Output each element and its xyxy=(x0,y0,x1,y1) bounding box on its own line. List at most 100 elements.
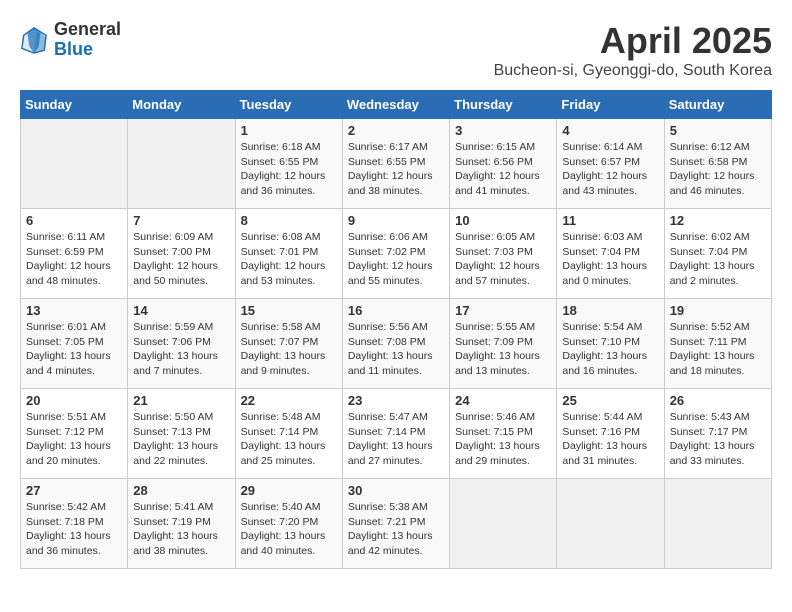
cell-info: Sunrise: 6:18 AM Sunset: 6:55 PM Dayligh… xyxy=(241,140,337,199)
cell-date-number: 9 xyxy=(348,213,444,228)
cell-date-number: 25 xyxy=(562,393,658,408)
calendar-cell: 21 Sunrise: 5:50 AM Sunset: 7:13 PM Dayli… xyxy=(128,389,235,479)
header: General Blue April 2025 Bucheon-si, Gyeo… xyxy=(20,20,772,80)
calendar-cell xyxy=(664,479,771,569)
cell-date-number: 28 xyxy=(133,483,229,498)
cell-info: Sunrise: 6:14 AM Sunset: 6:57 PM Dayligh… xyxy=(562,140,658,199)
cell-info: Sunrise: 6:09 AM Sunset: 7:00 PM Dayligh… xyxy=(133,230,229,289)
cell-info: Sunrise: 5:42 AM Sunset: 7:18 PM Dayligh… xyxy=(26,500,122,559)
cell-date-number: 2 xyxy=(348,123,444,138)
cell-date-number: 6 xyxy=(26,213,122,228)
calendar-cell: 4 Sunrise: 6:14 AM Sunset: 6:57 PM Daylig… xyxy=(557,119,664,209)
day-header-saturday: Saturday xyxy=(664,91,771,119)
cell-info: Sunrise: 5:59 AM Sunset: 7:06 PM Dayligh… xyxy=(133,320,229,379)
cell-date-number: 3 xyxy=(455,123,551,138)
calendar-week-2: 6 Sunrise: 6:11 AM Sunset: 6:59 PM Daylig… xyxy=(21,209,772,299)
calendar-body: 1Sunrise: 6:18 AM Sunset: 6:55 PM Daylig… xyxy=(21,119,772,569)
cell-date-number: 11 xyxy=(562,213,658,228)
calendar-cell: 18Sunrise: 5:54 AM Sunset: 7:10 PM Dayli… xyxy=(557,299,664,389)
calendar-cell: 11 Sunrise: 6:03 AM Sunset: 7:04 PM Dayli… xyxy=(557,209,664,299)
cell-info: Sunrise: 5:50 AM Sunset: 7:13 PM Dayligh… xyxy=(133,410,229,469)
cell-date-number: 13 xyxy=(26,303,122,318)
cell-date-number: 30 xyxy=(348,483,444,498)
calendar-cell xyxy=(557,479,664,569)
cell-info: Sunrise: 5:54 AM Sunset: 7:10 PM Dayligh… xyxy=(562,320,658,379)
calendar-subtitle: Bucheon-si, Gyeonggi-do, South Korea xyxy=(494,62,772,80)
calendar-cell xyxy=(128,119,235,209)
calendar-week-1: 1Sunrise: 6:18 AM Sunset: 6:55 PM Daylig… xyxy=(21,119,772,209)
day-header-tuesday: Tuesday xyxy=(235,91,342,119)
cell-date-number: 7 xyxy=(133,213,229,228)
cell-date-number: 4 xyxy=(562,123,658,138)
cell-info: Sunrise: 6:01 AM Sunset: 7:05 PM Dayligh… xyxy=(26,320,122,379)
calendar-cell: 17 Sunrise: 5:55 AM Sunset: 7:09 PM Dayli… xyxy=(450,299,557,389)
cell-date-number: 8 xyxy=(241,213,337,228)
calendar-cell: 12 Sunrise: 6:02 AM Sunset: 7:04 PM Dayli… xyxy=(664,209,771,299)
cell-info: Sunrise: 5:40 AM Sunset: 7:20 PM Dayligh… xyxy=(241,500,337,559)
logo: General Blue xyxy=(20,20,121,60)
calendar-cell: 6 Sunrise: 6:11 AM Sunset: 6:59 PM Daylig… xyxy=(21,209,128,299)
calendar-cell: 10 Sunrise: 6:05 AM Sunset: 7:03 PM Dayli… xyxy=(450,209,557,299)
cell-date-number: 24 xyxy=(455,393,551,408)
calendar-cell: 5Sunrise: 6:12 AM Sunset: 6:58 PM Daylig… xyxy=(664,119,771,209)
cell-info: Sunrise: 6:08 AM Sunset: 7:01 PM Dayligh… xyxy=(241,230,337,289)
day-header-sunday: Sunday xyxy=(21,91,128,119)
calendar-cell: 1Sunrise: 6:18 AM Sunset: 6:55 PM Daylig… xyxy=(235,119,342,209)
cell-info: Sunrise: 6:03 AM Sunset: 7:04 PM Dayligh… xyxy=(562,230,658,289)
day-header-monday: Monday xyxy=(128,91,235,119)
cell-info: Sunrise: 5:43 AM Sunset: 7:17 PM Dayligh… xyxy=(670,410,766,469)
cell-date-number: 12 xyxy=(670,213,766,228)
cell-info: Sunrise: 5:38 AM Sunset: 7:21 PM Dayligh… xyxy=(348,500,444,559)
cell-info: Sunrise: 5:48 AM Sunset: 7:14 PM Dayligh… xyxy=(241,410,337,469)
calendar-cell: 27Sunrise: 5:42 AM Sunset: 7:18 PM Dayli… xyxy=(21,479,128,569)
cell-date-number: 21 xyxy=(133,393,229,408)
cell-info: Sunrise: 5:47 AM Sunset: 7:14 PM Dayligh… xyxy=(348,410,444,469)
cell-info: Sunrise: 5:41 AM Sunset: 7:19 PM Dayligh… xyxy=(133,500,229,559)
title-block: April 2025 Bucheon-si, Gyeonggi-do, Sout… xyxy=(494,20,772,80)
cell-info: Sunrise: 6:05 AM Sunset: 7:03 PM Dayligh… xyxy=(455,230,551,289)
calendar-cell xyxy=(21,119,128,209)
cell-date-number: 19 xyxy=(670,303,766,318)
calendar-table: SundayMondayTuesdayWednesdayThursdayFrid… xyxy=(20,90,772,569)
calendar-cell: 2 Sunrise: 6:17 AM Sunset: 6:55 PM Daylig… xyxy=(342,119,449,209)
day-header-thursday: Thursday xyxy=(450,91,557,119)
cell-date-number: 29 xyxy=(241,483,337,498)
cell-info: Sunrise: 5:58 AM Sunset: 7:07 PM Dayligh… xyxy=(241,320,337,379)
cell-info: Sunrise: 5:46 AM Sunset: 7:15 PM Dayligh… xyxy=(455,410,551,469)
calendar-week-5: 27Sunrise: 5:42 AM Sunset: 7:18 PM Dayli… xyxy=(21,479,772,569)
cell-info: Sunrise: 6:17 AM Sunset: 6:55 PM Dayligh… xyxy=(348,140,444,199)
calendar-cell: 25 Sunrise: 5:44 AM Sunset: 7:16 PM Dayli… xyxy=(557,389,664,479)
cell-info: Sunrise: 5:51 AM Sunset: 7:12 PM Dayligh… xyxy=(26,410,122,469)
cell-info: Sunrise: 5:55 AM Sunset: 7:09 PM Dayligh… xyxy=(455,320,551,379)
cell-info: Sunrise: 5:56 AM Sunset: 7:08 PM Dayligh… xyxy=(348,320,444,379)
calendar-cell: 7 Sunrise: 6:09 AM Sunset: 7:00 PM Daylig… xyxy=(128,209,235,299)
calendar-header-row: SundayMondayTuesdayWednesdayThursdayFrid… xyxy=(21,91,772,119)
cell-date-number: 10 xyxy=(455,213,551,228)
calendar-cell: 14Sunrise: 5:59 AM Sunset: 7:06 PM Dayli… xyxy=(128,299,235,389)
calendar-cell: 20Sunrise: 5:51 AM Sunset: 7:12 PM Dayli… xyxy=(21,389,128,479)
calendar-title: April 2025 xyxy=(494,20,772,62)
cell-info: Sunrise: 6:02 AM Sunset: 7:04 PM Dayligh… xyxy=(670,230,766,289)
cell-info: Sunrise: 6:11 AM Sunset: 6:59 PM Dayligh… xyxy=(26,230,122,289)
calendar-week-3: 13 Sunrise: 6:01 AM Sunset: 7:05 PM Dayli… xyxy=(21,299,772,389)
calendar-cell: 8 Sunrise: 6:08 AM Sunset: 7:01 PM Daylig… xyxy=(235,209,342,299)
calendar-cell: 23Sunrise: 5:47 AM Sunset: 7:14 PM Dayli… xyxy=(342,389,449,479)
calendar-cell: 3Sunrise: 6:15 AM Sunset: 6:56 PM Daylig… xyxy=(450,119,557,209)
calendar-cell: 22 Sunrise: 5:48 AM Sunset: 7:14 PM Dayli… xyxy=(235,389,342,479)
cell-info: Sunrise: 6:06 AM Sunset: 7:02 PM Dayligh… xyxy=(348,230,444,289)
cell-date-number: 15 xyxy=(241,303,337,318)
calendar-cell: 26 Sunrise: 5:43 AM Sunset: 7:17 PM Dayli… xyxy=(664,389,771,479)
calendar-cell: 9 Sunrise: 6:06 AM Sunset: 7:02 PM Daylig… xyxy=(342,209,449,299)
calendar-cell: 29 Sunrise: 5:40 AM Sunset: 7:20 PM Dayli… xyxy=(235,479,342,569)
cell-date-number: 26 xyxy=(670,393,766,408)
calendar-cell: 16Sunrise: 5:56 AM Sunset: 7:08 PM Dayli… xyxy=(342,299,449,389)
calendar-cell: 19Sunrise: 5:52 AM Sunset: 7:11 PM Dayli… xyxy=(664,299,771,389)
calendar-cell: 24 Sunrise: 5:46 AM Sunset: 7:15 PM Dayli… xyxy=(450,389,557,479)
calendar-cell: 15 Sunrise: 5:58 AM Sunset: 7:07 PM Dayli… xyxy=(235,299,342,389)
day-header-wednesday: Wednesday xyxy=(342,91,449,119)
cell-date-number: 22 xyxy=(241,393,337,408)
cell-date-number: 17 xyxy=(455,303,551,318)
cell-info: Sunrise: 5:44 AM Sunset: 7:16 PM Dayligh… xyxy=(562,410,658,469)
cell-info: Sunrise: 6:12 AM Sunset: 6:58 PM Dayligh… xyxy=(670,140,766,199)
calendar-cell xyxy=(450,479,557,569)
